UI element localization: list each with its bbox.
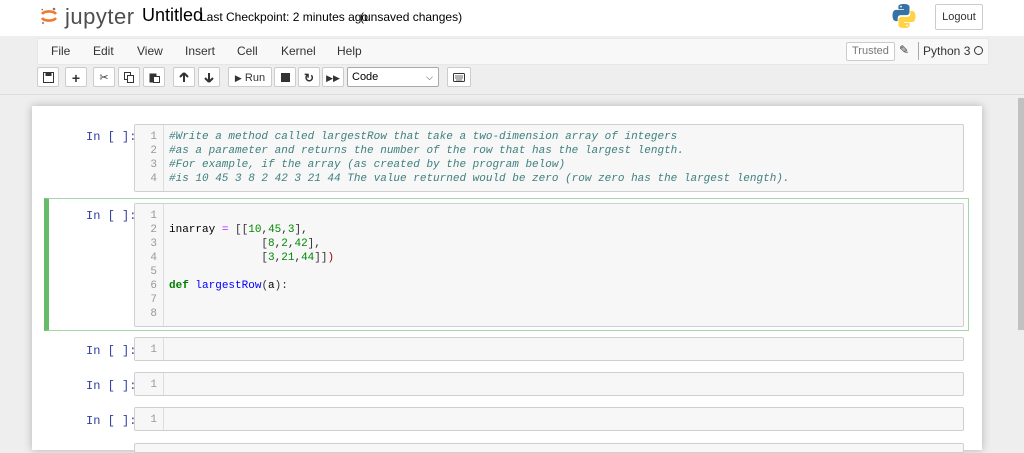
code-cell[interactable] [44,440,969,453]
autosave-status: (unsaved changes) [360,10,463,24]
input-prompt: In [ ]: [86,130,137,144]
code-editor[interactable] [134,443,964,453]
cell-type-select[interactable]: Code ⌵ [347,67,439,87]
scrollbar-thumb[interactable] [1018,98,1024,330]
cut-button[interactable]: ✂ [93,67,115,87]
input-prompt: In [ ]: [86,209,137,223]
code-cell[interactable]: In [ ]: 1 [44,369,969,399]
paste-button[interactable] [143,67,165,87]
plus-icon: + [71,70,81,86]
logout-button[interactable]: Logout [935,4,983,30]
move-up-button[interactable] [173,67,195,87]
chevron-down-icon: ⌵ [426,72,433,82]
interrupt-button[interactable] [274,67,296,87]
logo-text: jupyter [65,4,135,29]
python-logo-icon [892,4,916,28]
step-forward-icon: ▶︎ [234,73,242,83]
arrow-up-icon [179,72,189,82]
header: jupyter Untitled Last Checkpoint: 2 minu… [0,0,1024,36]
notebook-container: In [ ]: 1 #Write a method called largestR… [32,106,982,453]
input-prompt: In [ ]: [86,414,137,428]
code-editor[interactable]: 1 [134,337,964,361]
code-cell[interactable]: In [ ]: 1 [44,404,969,434]
menu-insert[interactable]: Insert [185,44,215,58]
kernel-separator [918,42,919,60]
scissors-icon: ✂ [99,72,109,84]
stop-icon [280,73,290,82]
copy-button[interactable] [118,67,140,87]
copy-icon [123,72,134,83]
run-button[interactable]: ▶︎ Run [228,67,272,87]
arrow-down-icon [204,73,214,83]
insert-cell-button[interactable]: + [65,67,87,87]
menu-edit[interactable]: Edit [93,44,114,58]
trusted-indicator[interactable]: Trusted [846,42,895,61]
kernel-idle-icon [974,46,983,55]
restart-run-all-button[interactable]: ▶▶ [322,67,344,87]
menu-cell[interactable]: Cell [237,44,258,58]
menu-file[interactable]: File [51,44,70,58]
jupyter-logo-icon [40,7,58,25]
paste-icon [149,73,160,83]
menu-view[interactable]: View [137,44,163,58]
restart-icon: ↻ [303,71,315,85]
code-cell[interactable]: In [ ]: 1 #Write a method called largestR… [44,120,969,194]
cell-type-value: Code [352,71,379,83]
kernel-name[interactable]: Python 3 [923,44,970,58]
code-cell-selected[interactable]: In [ ]: 1 2 inarray = [[10,45,3], 3 [8,2,… [44,198,969,331]
toolbar: + ✂ ▶︎ Run ↻ ▶▶ Code ⌵ [37,66,987,90]
notebook-name[interactable]: Untitled [142,5,203,26]
code-editor[interactable]: 1 [134,372,964,396]
menu-help[interactable]: Help [337,44,362,58]
code-cell[interactable]: In [ ]: 1 [44,334,969,364]
fast-forward-icon: ▶▶ [326,73,340,83]
header-divider [0,94,1024,95]
save-icon [42,72,54,83]
keyboard-icon [453,73,465,82]
save-button[interactable] [37,67,59,87]
input-prompt: In [ ]: [86,344,137,358]
menu-kernel[interactable]: Kernel [281,44,316,58]
code-editor[interactable]: 1 [134,407,964,431]
menubar: File Edit View Insert Cell Kernel Help T… [37,38,989,65]
pencil-icon[interactable]: ✎ [899,43,909,57]
restart-button[interactable]: ↻ [298,67,320,87]
move-down-button[interactable] [198,67,220,87]
command-palette-button[interactable] [447,67,471,87]
checkpoint-status: Last Checkpoint: 2 minutes ago [200,10,369,24]
code-editor[interactable]: 1 #Write a method called largestRow that … [134,124,964,192]
input-prompt: In [ ]: [86,379,137,393]
run-label: Run [244,72,266,84]
code-editor[interactable]: 1 2 inarray = [[10,45,3], 3 [8,2,42], 4 [… [134,203,964,327]
